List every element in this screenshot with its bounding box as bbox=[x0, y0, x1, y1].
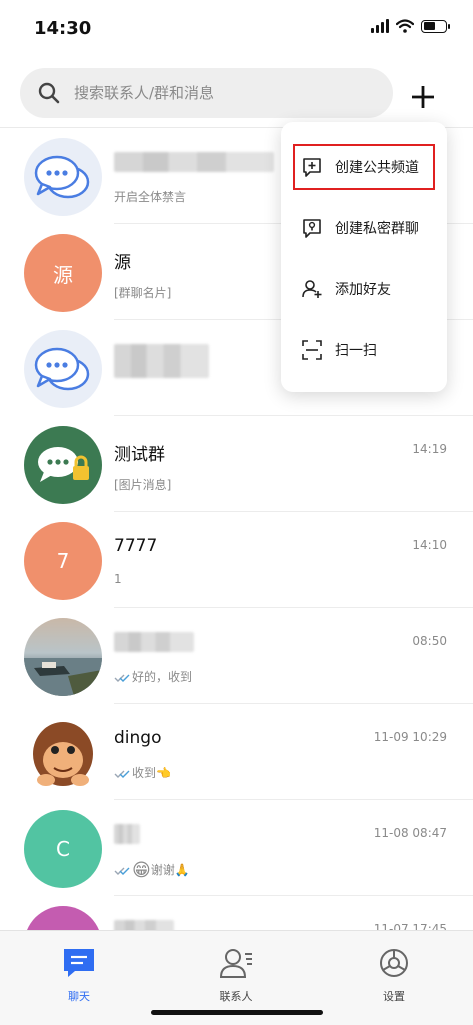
read-ticks-icon bbox=[114, 770, 130, 778]
chat-preview: [群聊名片] bbox=[114, 286, 172, 300]
avatar bbox=[24, 714, 102, 792]
menu-item-label: 扫一扫 bbox=[335, 343, 377, 359]
avatar-text: 7 bbox=[56, 549, 70, 573]
avatar: 7 bbox=[24, 522, 102, 600]
menu-item-label: 创建私密群聊 bbox=[335, 221, 419, 237]
chat-time: 14:19 bbox=[412, 442, 447, 456]
menu-item-label: 创建公共频道 bbox=[335, 160, 419, 176]
chat-preview: 收到👈 bbox=[114, 764, 171, 781]
tab-label: 设置 bbox=[383, 990, 405, 1003]
pray-emoji-icon: 🙏 bbox=[174, 863, 190, 877]
avatar-text: C bbox=[56, 837, 70, 861]
chat-row[interactable]: 7 7777 1 14:10 bbox=[0, 512, 473, 608]
grin-emoji-icon: 😁 bbox=[132, 860, 151, 881]
add-channel-icon bbox=[303, 158, 321, 177]
chat-title: 测试群 bbox=[114, 445, 165, 465]
avatar: C bbox=[24, 810, 102, 888]
boat-photo bbox=[24, 658, 102, 696]
chat-title bbox=[114, 344, 209, 378]
chat-title bbox=[114, 824, 140, 844]
wifi-icon bbox=[396, 19, 414, 33]
menu-item-add-friend[interactable]: 添加好友 bbox=[281, 262, 447, 316]
chat-title bbox=[114, 632, 194, 652]
redacted-name bbox=[114, 824, 140, 844]
chat-title bbox=[114, 152, 274, 172]
chat-title: 7777 bbox=[114, 536, 158, 556]
chat-preview: 1 bbox=[114, 572, 122, 586]
tab-contacts[interactable]: 联系人 bbox=[176, 931, 296, 1011]
contacts-icon bbox=[219, 949, 252, 978]
chat-preview: 好的，收到 bbox=[114, 668, 192, 685]
locked-group-icon bbox=[38, 447, 89, 482]
menu-item-label: 添加好友 bbox=[335, 282, 391, 298]
chat-row[interactable]: 好的，收到 08:50 bbox=[0, 608, 473, 704]
monkey-avatar bbox=[33, 722, 93, 786]
tab-label: 联系人 bbox=[219, 990, 253, 1003]
menu-item-create-private-group[interactable]: 创建私密群聊 bbox=[281, 201, 447, 255]
chat-row[interactable]: C 😁谢谢🙏 11-08 08:47 bbox=[0, 800, 473, 896]
add-friend-icon bbox=[302, 280, 322, 298]
chat-time: 11-09 10:29 bbox=[373, 730, 447, 744]
chat-title: 源 bbox=[114, 253, 131, 273]
plus-icon bbox=[412, 86, 434, 108]
chat-time: 11-08 08:47 bbox=[373, 826, 447, 840]
chat-time: 08:50 bbox=[412, 634, 447, 648]
tab-label: 聊天 bbox=[68, 990, 90, 1003]
chat-time: 14:10 bbox=[412, 538, 447, 552]
avatar: 源 bbox=[24, 234, 102, 312]
redacted-name bbox=[114, 632, 194, 652]
chat-preview: 😁谢谢🙏 bbox=[114, 860, 190, 881]
home-indicator bbox=[151, 1010, 323, 1015]
chat-row[interactable]: 测试群 [图片消息] 14:19 bbox=[0, 416, 473, 512]
tab-chat[interactable]: 聊天 bbox=[19, 931, 139, 1011]
chat-icon bbox=[64, 949, 94, 977]
add-menu-popup: 创建公共频道 创建私密群聊 添加好友 扫一扫 bbox=[281, 122, 447, 392]
search-icon bbox=[38, 82, 60, 104]
chat-preview: 开启全体禁言 bbox=[114, 190, 187, 204]
battery-icon bbox=[421, 19, 450, 33]
menu-item-create-public-channel[interactable]: 创建公共频道 bbox=[281, 140, 447, 194]
read-ticks-icon bbox=[114, 674, 130, 682]
avatar bbox=[24, 426, 102, 504]
status-time: 14:30 bbox=[34, 18, 92, 39]
status-icons bbox=[371, 19, 450, 33]
read-ticks-icon bbox=[114, 867, 130, 875]
search-bar[interactable] bbox=[20, 68, 393, 118]
chat-bubbles-icon bbox=[34, 155, 90, 199]
status-bar: 14:30 bbox=[0, 0, 473, 56]
chat-preview: [图片消息] bbox=[114, 478, 172, 492]
settings-icon bbox=[380, 949, 408, 977]
avatar bbox=[24, 330, 102, 408]
signal-icon bbox=[371, 19, 389, 33]
chat-row[interactable]: dingo 收到👈 11-09 10:29 bbox=[0, 704, 473, 800]
redacted-name bbox=[114, 344, 209, 378]
avatar bbox=[24, 138, 102, 216]
add-button[interactable] bbox=[404, 78, 442, 116]
avatar-text: 源 bbox=[53, 262, 73, 287]
scan-icon bbox=[302, 340, 322, 360]
tab-settings[interactable]: 设置 bbox=[334, 931, 454, 1011]
private-group-icon bbox=[303, 219, 321, 238]
redacted-name bbox=[114, 152, 274, 172]
chat-bubbles-icon bbox=[34, 347, 90, 391]
chat-title: dingo bbox=[114, 728, 162, 748]
menu-item-scan[interactable]: 扫一扫 bbox=[281, 323, 447, 377]
search-input[interactable] bbox=[74, 68, 374, 118]
hand-emoji-icon: 👈 bbox=[156, 766, 171, 780]
avatar bbox=[24, 618, 102, 696]
